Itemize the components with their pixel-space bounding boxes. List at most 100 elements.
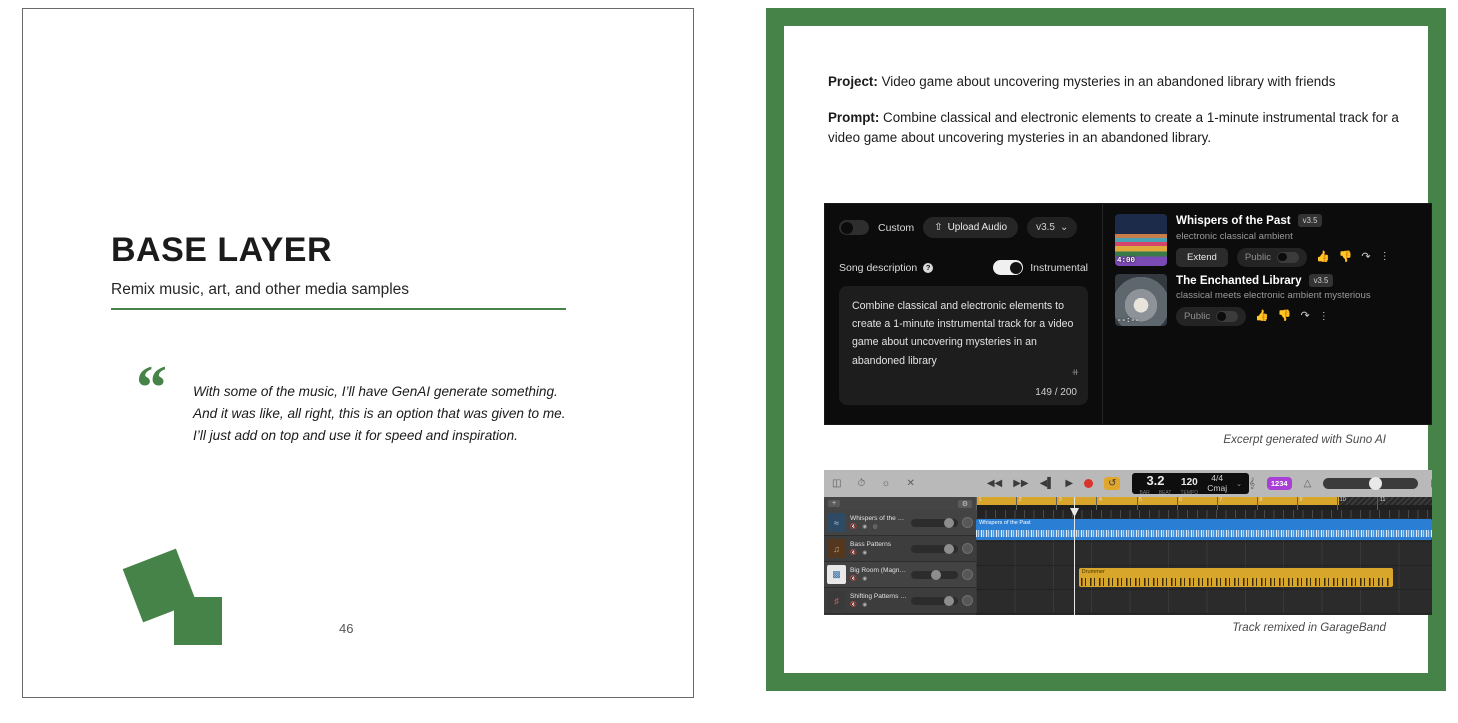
extend-button[interactable]: Extend [1176, 247, 1228, 267]
list-item[interactable]: --:-- The Enchanted Library v3.5 classic… [1115, 273, 1421, 326]
track-pan-knob[interactable] [962, 517, 973, 528]
public-label: Public [1184, 311, 1211, 322]
song-title-row: Whispers of the Past v3.5 [1176, 214, 1421, 227]
fast-forward-icon[interactable]: ▶▶ [1013, 478, 1028, 489]
suno-caption: Excerpt generated with Suno AI [1223, 433, 1386, 446]
track-pan-knob[interactable] [962, 543, 973, 554]
version-select[interactable]: v3.5 ⌄ [1027, 217, 1078, 238]
public-switch[interactable] [1216, 311, 1239, 322]
bar-label: BAR [1139, 489, 1150, 496]
public-toggle[interactable]: Public [1236, 247, 1308, 267]
metronome-icon[interactable]: △ [1304, 478, 1312, 489]
chevron-down-icon[interactable]: ⌄ [1236, 480, 1242, 488]
track-lane[interactable] [976, 542, 1432, 566]
go-to-start-icon[interactable]: ◀▌ [1040, 478, 1055, 489]
clock-icon[interactable]: ⏱ [857, 478, 865, 489]
library-icon[interactable]: ◫ [832, 478, 841, 489]
page-subtitle: Remix music, art, and other media sample… [111, 281, 410, 298]
close-icon[interactable]: ✕ [906, 478, 914, 489]
upload-audio-button[interactable]: ⇧ Upload Audio [923, 217, 1019, 238]
song-description-input[interactable]: Combine classical and electronic element… [839, 286, 1088, 405]
cycle-icon[interactable]: ↺ [1104, 477, 1121, 490]
count-in-badge[interactable]: 1234 [1266, 477, 1292, 490]
garageband-toolbar: ◫ ⏱ ☼ ✕ ◀◀ ▶▶ ◀▌ ▶ ↺ 3.2 BAR BEAT 120 TE… [824, 470, 1432, 497]
record-icon[interactable] [1084, 479, 1094, 488]
settings-icon[interactable]: ☼ [881, 478, 890, 489]
decorative-square-upright [174, 597, 222, 645]
track-volume-fader[interactable] [911, 569, 958, 580]
midi-region[interactable]: Drummer [1078, 568, 1394, 587]
track-pan-knob[interactable] [962, 595, 973, 606]
instrumental-toggle[interactable] [993, 260, 1024, 275]
more-options-icon[interactable]: ⋮ [1319, 311, 1329, 322]
prompt-text: Combine classical and electronic element… [828, 110, 1399, 146]
right-slide: Project: Video game about uncovering mys… [766, 8, 1446, 691]
track-buttons[interactable]: 🔇 ◉ [850, 576, 907, 582]
track-buttons[interactable]: 🔇 ◉ [850, 550, 907, 556]
tuner-icon[interactable]: 𝄞 [1249, 478, 1255, 489]
suno-song-list: 4:00 Whispers of the Past v3.5 electroni… [1103, 204, 1431, 424]
loops-icon[interactable]: ▦ [1430, 478, 1432, 489]
thumbs-up-icon[interactable]: 👍 [1316, 251, 1330, 263]
ruler-tick: 11 [1377, 497, 1385, 510]
track-lane[interactable]: Drummer [976, 566, 1432, 590]
audio-region[interactable]: Whispers of the Past [976, 519, 1432, 540]
prompt-line: Prompt: Combine classical and electronic… [828, 108, 1420, 148]
share-icon[interactable]: ↷ [1361, 251, 1370, 263]
title-divider [111, 308, 566, 310]
track-lane[interactable]: Whispers of the Past [976, 518, 1432, 542]
tempo-label: TEMPO [1180, 489, 1199, 496]
right-slide-inner: Project: Video game about uncovering mys… [784, 26, 1432, 673]
playhead[interactable] [1074, 497, 1076, 615]
song-tags: classical meets electronic ambient myste… [1176, 290, 1371, 301]
table-row[interactable]: ♯ Shifting Patterns Synth 🔇 ◉ [824, 588, 976, 614]
timeline-subticks [976, 510, 1432, 518]
track-volume-fader[interactable] [911, 595, 958, 606]
public-switch[interactable] [1277, 251, 1300, 263]
share-icon[interactable]: ↷ [1301, 311, 1310, 322]
synth-icon: ♯ [827, 591, 846, 610]
table-row[interactable]: ♫ Bass Patterns 🔇 ◉ [824, 536, 976, 562]
list-item[interactable]: 4:00 Whispers of the Past v3.5 electroni… [1115, 214, 1421, 267]
resize-grip-icon[interactable]: ⧺ [1071, 367, 1079, 378]
table-row[interactable]: ≈ Whispers of the Past 🔇 ◉ ◎ [824, 510, 976, 536]
more-options-icon[interactable]: ⋮ [1380, 252, 1390, 262]
suno-top-controls: Custom ⇧ Upload Audio v3.5 ⌄ [839, 217, 1088, 238]
custom-toggle[interactable] [839, 220, 869, 235]
cycle-region[interactable] [976, 497, 1339, 505]
album-art[interactable]: --:-- [1115, 273, 1167, 326]
track-volume-fader[interactable] [911, 517, 958, 528]
track-options-icon[interactable]: ⚙ [957, 499, 972, 508]
timeline-ruler[interactable]: 1 2 3 4 5 6 7 8 9 10 11 [976, 497, 1432, 510]
track-lane[interactable] [976, 590, 1432, 614]
timeline[interactable]: 1 2 3 4 5 6 7 8 9 10 11 Whispers of the … [976, 497, 1432, 615]
rewind-icon[interactable]: ◀◀ [987, 478, 1002, 489]
track-volume-fader[interactable] [911, 543, 958, 554]
lcd-display[interactable]: 3.2 BAR BEAT 120 TEMPO 4/4 Cmaj ⌄ [1132, 473, 1249, 496]
ruler-tick: 1 [976, 497, 982, 510]
track-duration: 4:00 [1117, 257, 1136, 265]
help-icon[interactable]: ? [923, 262, 934, 273]
ruler-tick: 3 [1056, 497, 1062, 510]
play-icon[interactable]: ▶ [1065, 478, 1073, 489]
add-track-button[interactable]: + [828, 500, 841, 507]
thumbs-down-icon[interactable]: 👎 [1278, 311, 1292, 322]
track-name: Bass Patterns [850, 541, 892, 548]
ruler-tick: 9 [1297, 497, 1303, 510]
public-toggle[interactable]: Public [1176, 307, 1247, 326]
ruler-tick: 4 [1096, 497, 1102, 510]
transport-controls: ◀◀ ▶▶ ◀▌ ▶ ↺ [987, 477, 1121, 490]
thumbs-down-icon[interactable]: 👎 [1339, 251, 1353, 263]
track-buttons[interactable]: 🔇 ◉ [850, 602, 907, 608]
track-header-toolbar: + ⚙ [824, 497, 976, 510]
song-description-label: Song description [839, 261, 918, 274]
key-signature: Cmaj [1207, 482, 1228, 493]
thumbs-up-icon[interactable]: 👍 [1255, 311, 1269, 322]
master-volume-slider[interactable] [1323, 476, 1419, 490]
track-buttons[interactable]: 🔇 ◉ ◎ [850, 524, 907, 530]
audio-waveform-icon: ≈ [827, 513, 846, 532]
region-name: Drummer [1081, 569, 1105, 575]
track-pan-knob[interactable] [962, 569, 973, 580]
table-row[interactable]: ▩ Big Room (Magnus) 🔇 ◉ [824, 562, 976, 588]
album-art[interactable]: 4:00 [1115, 214, 1167, 266]
